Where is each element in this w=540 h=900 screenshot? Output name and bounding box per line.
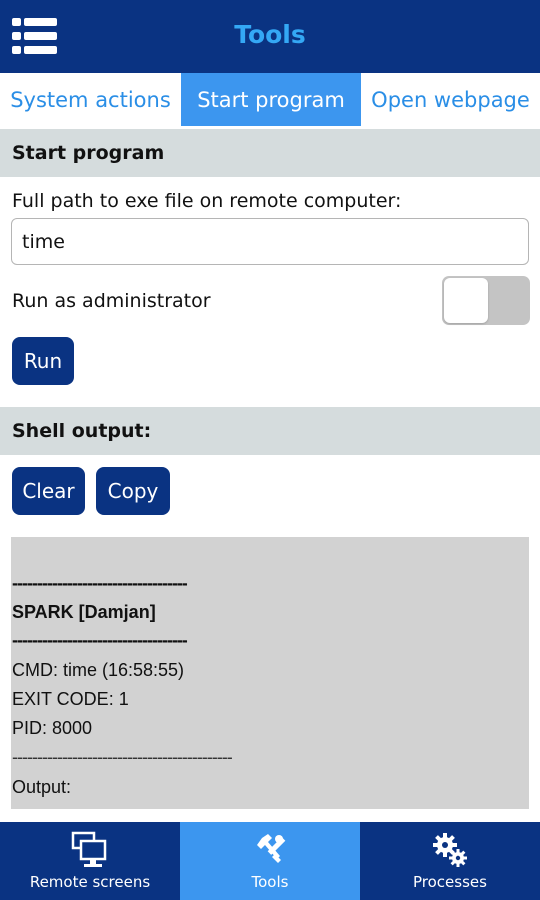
cmd-line: CMD: time (16:58:55) <box>12 660 185 680</box>
path-label: Full path to exe file on remote computer… <box>12 190 402 212</box>
output-label-line: Output: <box>12 777 72 797</box>
shell-output-panel[interactable]: ----------------------------------- SPAR… <box>11 537 529 809</box>
separator-line: ----------------------------------------… <box>12 747 233 767</box>
tab-system-actions[interactable]: System actions <box>0 73 181 126</box>
separator-line: ----------------------------------- <box>12 573 188 593</box>
hamburger-list-icon <box>12 18 57 54</box>
monitors-icon <box>71 831 107 867</box>
tab-start-program[interactable]: Start program <box>181 73 361 126</box>
section-title: Shell output: <box>12 420 152 442</box>
start-program-section-header: Start program <box>0 129 540 177</box>
page-title: Tools <box>234 20 306 49</box>
menu-button[interactable] <box>12 16 58 56</box>
separator-line: ----------------------------------- <box>12 630 188 650</box>
gears-icon <box>433 833 467 867</box>
run-as-admin-label: Run as administrator <box>12 290 211 312</box>
nav-remote-screens[interactable]: Remote screens <box>0 822 180 900</box>
bottom-nav: Remote screens Tools Processes <box>0 822 540 900</box>
host-line: SPARK [Damjan] <box>12 602 156 622</box>
run-button[interactable]: Run <box>12 337 74 385</box>
nav-label: Processes <box>413 873 487 891</box>
nav-label: Tools <box>251 873 289 891</box>
run-as-admin-toggle[interactable] <box>442 276 530 325</box>
pid-line: PID: 8000 <box>12 718 93 738</box>
nav-processes[interactable]: Processes <box>360 822 540 900</box>
app-header: Tools <box>0 0 540 73</box>
section-title: Start program <box>12 142 165 164</box>
nav-tools[interactable]: Tools <box>180 822 360 900</box>
clear-button[interactable]: Clear <box>12 467 85 515</box>
exit-code-line: EXIT CODE: 1 <box>12 689 129 709</box>
exe-path-input[interactable] <box>11 218 529 265</box>
shell-output-section-header: Shell output: <box>0 407 540 455</box>
tab-open-webpage[interactable]: Open webpage <box>361 73 540 126</box>
tab-bar: System actions Start program Open webpag… <box>0 73 540 126</box>
copy-button[interactable]: Copy <box>96 467 170 515</box>
toggle-knob <box>444 278 488 323</box>
nav-label: Remote screens <box>29 873 151 891</box>
tools-icon <box>257 834 286 863</box>
